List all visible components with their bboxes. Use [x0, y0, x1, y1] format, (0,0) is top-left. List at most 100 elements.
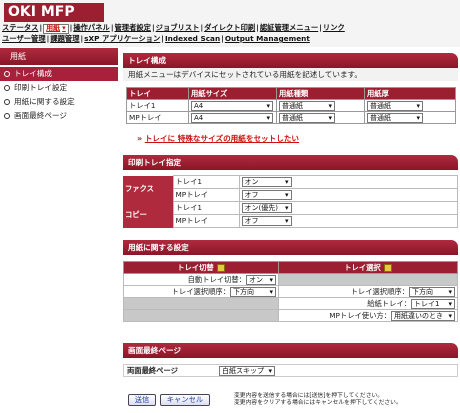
empty-cell	[123, 309, 279, 322]
sidebar-item-label: 印刷トレイ設定	[14, 83, 68, 92]
table-row: コピー トレイ1 オン(優先)	[123, 201, 458, 228]
footer-note1: 変更内容を送信する場合には[送信]を押下してください。	[234, 393, 384, 399]
sidebar-item-tray-config[interactable]: トレイ構成	[0, 67, 118, 81]
section-title: 印刷トレイ指定	[123, 155, 458, 170]
tray-name: MPトレイ	[172, 188, 240, 202]
nav-auth[interactable]: 認証管理メニュー	[260, 23, 318, 32]
weight-select[interactable]: 普通紙	[367, 100, 423, 111]
table-row: トレイ1 A4 普通紙 普通紙	[126, 99, 456, 112]
section-title: 用紙に関する設定	[123, 240, 458, 255]
mp-use-select[interactable]: 用紙違いのとき	[391, 310, 455, 321]
tray-name: トレイ1	[172, 175, 240, 189]
tray-select-label: トレイ選択	[344, 262, 381, 272]
edit-icon	[216, 263, 225, 272]
nav-output[interactable]: Output Management	[225, 34, 310, 43]
footer-notes: 変更内容を送信する場合には[送信]を押下してください。 変更内容をクリアする場合…	[234, 393, 458, 407]
table-row: トレイ選択順序：下方向 トレイ選択順序：下方向	[123, 285, 458, 298]
double-arrow-icon: »	[137, 134, 143, 143]
last-page-select[interactable]: 白紙スキップ	[219, 365, 275, 376]
table-row: MPトレイ オフ	[123, 214, 458, 228]
nav-status[interactable]: ステータス	[2, 23, 38, 32]
size-select[interactable]: A4	[191, 100, 273, 111]
sidebar-item-print-tray[interactable]: 印刷トレイ設定	[0, 81, 118, 95]
nav-user[interactable]: ユーザー管理	[2, 34, 46, 43]
bullet-icon	[4, 113, 10, 119]
col-tray: トレイ	[126, 87, 189, 100]
empty-cell	[278, 273, 458, 286]
header-bar: OKI MFP ステータス|用紙|操作パネル|管理者設定|ジョブリスト|ダイレク…	[0, 0, 460, 47]
last-page-label: 両面最終ページ	[127, 365, 178, 375]
print-tray-section: 印刷トレイ指定 ファクス トレイ1 オン MPトレイ オフ コピー トレイ1 オ…	[123, 155, 458, 228]
tray-table: トレイ 用紙サイズ 用紙種類 用紙厚 トレイ1 A4 普通紙 普通紙 MPトレイ…	[126, 87, 456, 124]
col-size: 用紙サイズ	[188, 87, 277, 100]
tray-description: 用紙メニューはデバイスにセットされている用紙を記述しています。	[123, 68, 458, 81]
feed-tray-select[interactable]: トレイ1	[411, 298, 455, 309]
fax-tray1-select[interactable]: オン	[241, 177, 292, 187]
copy-tray1-select[interactable]: オン(優先)	[241, 203, 292, 213]
bullet-icon	[4, 71, 10, 77]
copy-mp-select[interactable]: オフ	[241, 216, 292, 226]
app-logo: OKI MFP	[4, 3, 104, 22]
bullet-icon	[4, 85, 10, 91]
nav-admin[interactable]: 管理者設定	[115, 23, 151, 32]
special-size-link[interactable]: トレイに 特殊なサイズの用紙をセットしたい	[145, 134, 299, 143]
tray-name: トレイ1	[126, 99, 189, 112]
tray-switch-label: トレイ切替	[177, 262, 214, 272]
table-row: 自動トレイ切替： オン	[123, 273, 458, 286]
nav-indexed-scan[interactable]: Indexed Scan	[165, 34, 220, 43]
right-order-label: トレイ選択順序：	[350, 286, 409, 296]
col-type: 用紙種類	[276, 87, 365, 100]
tray-name: トレイ1	[172, 201, 240, 215]
order-select[interactable]: 下方向	[230, 286, 276, 297]
nav-direct-print[interactable]: ダイレクト印刷	[204, 23, 255, 32]
table-row: ファクス トレイ1 オン	[123, 175, 458, 202]
type-select[interactable]: 普通紙	[279, 112, 335, 123]
weight-select[interactable]: 普通紙	[367, 112, 423, 123]
tray-name: MPトレイ	[172, 214, 240, 228]
tray-select-header: トレイ選択	[278, 261, 458, 274]
top-nav-row1: ステータス|用紙|操作パネル|管理者設定|ジョブリスト|ダイレクト印刷|認証管理…	[2, 23, 345, 34]
nav-paper[interactable]: 用紙	[43, 23, 69, 34]
size-select[interactable]: A4	[191, 112, 273, 123]
nav-issue[interactable]: 課題管理	[50, 34, 79, 43]
nav-joblist[interactable]: ジョブリスト	[156, 23, 200, 32]
fax-label: ファクス	[123, 175, 173, 202]
special-link-row: » トレイに 特殊なサイズの用紙をセットしたい	[137, 133, 458, 144]
empty-cell	[123, 297, 279, 310]
bullet-icon	[4, 99, 10, 105]
col-weight: 用紙厚	[364, 87, 456, 100]
right-order-select[interactable]: 下方向	[409, 286, 455, 297]
order-cell: トレイ選択順序： 下方向	[123, 285, 279, 298]
sidebar-item-label: 用紙に関する設定	[14, 97, 75, 106]
copy-label: コピー	[123, 201, 173, 228]
type-select[interactable]: 普通紙	[279, 100, 335, 111]
fax-mp-select[interactable]: オフ	[241, 190, 292, 200]
table-row: MPトレイ使い方： 用紙違いのとき	[123, 309, 458, 322]
footer-note2: 変更内容をクリアする場合にはキャンセルを押下してください。	[234, 400, 402, 406]
sidebar: 用紙 トレイ構成 印刷トレイ設定 用紙に関する設定 画面最終ページ	[0, 48, 118, 413]
nav-link[interactable]: リンク	[323, 23, 345, 32]
sidebar-item-label: トレイ構成	[14, 69, 52, 78]
auto-switch-cell: 自動トレイ切替： オン	[123, 273, 279, 286]
auto-switch-label: 自動トレイ切替：	[187, 274, 246, 284]
top-nav-row2: ユーザー管理|課題管理|sXP アプリケーション|Indexed Scan|Ou…	[2, 34, 310, 43]
sidebar-item-last-page[interactable]: 画面最終ページ	[0, 109, 118, 123]
sidebar-title: 用紙	[0, 48, 118, 65]
submit-button[interactable]: 送信	[128, 394, 156, 406]
nav-sxp[interactable]: sXP アプリケーション	[84, 34, 160, 43]
mp-use-label: MPトレイ使い方：	[329, 310, 391, 320]
feed-tray-cell: 給紙トレイ： トレイ1	[278, 297, 458, 310]
last-page-section: 画面最終ページ 両面最終ページ 白紙スキップ	[123, 343, 458, 377]
auto-switch-select[interactable]: オン	[246, 274, 276, 285]
print-tray-table: ファクス トレイ1 オン MPトレイ オフ コピー トレイ1 オン(優先) MP…	[123, 175, 458, 228]
edit-icon	[383, 263, 392, 272]
table-row: MPトレイ オフ	[123, 188, 458, 202]
last-page-row: 両面最終ページ 白紙スキップ	[123, 364, 458, 377]
sidebar-item-paper-settings[interactable]: 用紙に関する設定	[0, 95, 118, 109]
paper-settings-section: 用紙に関する設定 トレイ切替 トレイ選択 自動トレイ切替：オン トレイ選択順序：…	[123, 240, 458, 322]
nav-panel[interactable]: 操作パネル	[73, 23, 109, 32]
cancel-button[interactable]: キャンセル	[160, 394, 210, 406]
section-title: トレイ構成	[123, 53, 458, 68]
tray-switch-header: トレイ切替	[123, 261, 279, 274]
tray-config-section: トレイ構成 用紙メニューはデバイスにセットされている用紙を記述しています。 トレ…	[123, 53, 458, 144]
